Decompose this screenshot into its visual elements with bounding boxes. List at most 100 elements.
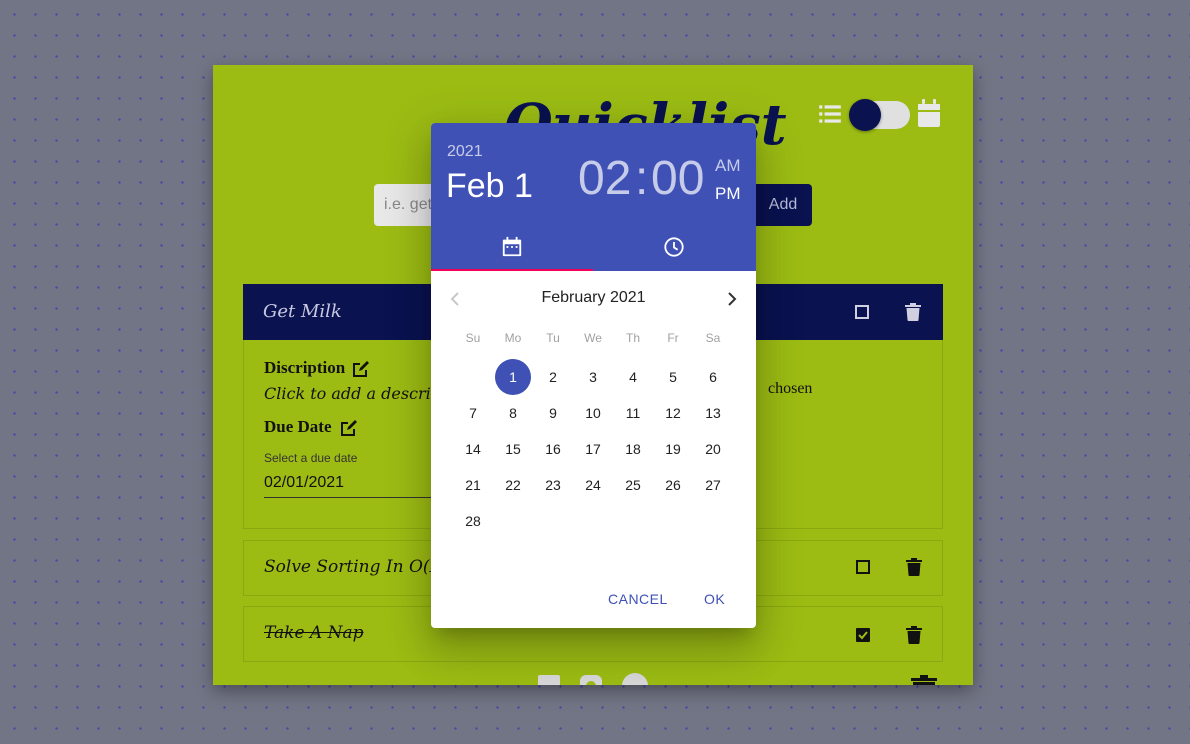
picker-month-label: February 2021 bbox=[541, 289, 646, 306]
tab-indicator bbox=[431, 269, 593, 271]
task-name: Take A Nap bbox=[264, 623, 364, 643]
picker-time-separator: : bbox=[635, 152, 649, 205]
day-number: 28 bbox=[465, 513, 481, 529]
chevron-right-icon[interactable] bbox=[722, 287, 742, 311]
day-number: 14 bbox=[465, 441, 481, 457]
weekday-label: Mo bbox=[504, 331, 522, 345]
day-cell[interactable]: 8 bbox=[493, 395, 533, 431]
picker-date[interactable]: Feb 1 bbox=[446, 167, 533, 206]
edit-icon[interactable] bbox=[340, 419, 358, 437]
day-cell[interactable]: 5 bbox=[653, 359, 693, 395]
list-view-icon[interactable] bbox=[817, 101, 843, 127]
trash-icon[interactable] bbox=[906, 626, 922, 644]
add-task-button[interactable]: Add bbox=[754, 184, 812, 226]
day-cell[interactable]: 21 bbox=[453, 467, 493, 503]
view-switch-thumb[interactable] bbox=[849, 99, 881, 131]
linkedin-icon[interactable] bbox=[538, 675, 560, 685]
day-cell-selected[interactable]: 1 bbox=[493, 359, 533, 395]
weekday-header: Su Mo Tu We Th Fr Sa bbox=[453, 331, 733, 345]
picker-pm[interactable]: PM bbox=[715, 184, 741, 204]
day-number: 6 bbox=[709, 369, 717, 385]
picker-minute[interactable]: 00 bbox=[651, 151, 704, 207]
instagram-icon[interactable] bbox=[580, 675, 602, 685]
weekday-label: Tu bbox=[546, 331, 560, 345]
day-cell[interactable]: 11 bbox=[613, 395, 653, 431]
ok-button[interactable]: OK bbox=[696, 585, 733, 613]
day-cell[interactable]: 26 bbox=[653, 467, 693, 503]
day-number: 27 bbox=[705, 477, 721, 493]
day-number: 25 bbox=[625, 477, 641, 493]
edit-icon[interactable] bbox=[352, 360, 370, 378]
trash-icon[interactable] bbox=[911, 675, 937, 685]
day-number: 9 bbox=[549, 405, 557, 421]
day-number: 2 bbox=[549, 369, 557, 385]
day-cell[interactable]: 6 bbox=[693, 359, 733, 395]
day-cell[interactable]: 17 bbox=[573, 431, 613, 467]
picker-year[interactable]: 2021 bbox=[447, 143, 483, 161]
due-date-label: Select a due date bbox=[264, 451, 358, 465]
day-number: 19 bbox=[665, 441, 681, 457]
trash-icon[interactable] bbox=[906, 558, 922, 576]
view-toggle bbox=[817, 97, 941, 133]
day-cell[interactable]: 28 bbox=[453, 503, 493, 539]
clock-icon bbox=[664, 237, 684, 257]
day-cell[interactable]: 2 bbox=[533, 359, 573, 395]
day-number: 23 bbox=[545, 477, 561, 493]
picker-am[interactable]: AM bbox=[715, 156, 741, 176]
calendar-days-grid: 1 2 3 4 5 6 7 8 9 10 11 12 13 14 15 16 17 18 19 20 21 22 23 24 2… bbox=[453, 359, 733, 539]
day-number: 24 bbox=[585, 477, 601, 493]
day-number: 16 bbox=[545, 441, 561, 457]
weekday-label: Fr bbox=[667, 331, 679, 345]
day-number: 1 bbox=[495, 359, 531, 395]
picker-hour[interactable]: 02 bbox=[578, 151, 631, 207]
cancel-button[interactable]: CANCEL bbox=[600, 585, 676, 613]
day-number: 10 bbox=[585, 405, 601, 421]
day-cell[interactable]: 23 bbox=[533, 467, 573, 503]
weekday-label: We bbox=[584, 331, 602, 345]
day-number: 18 bbox=[625, 441, 641, 457]
calendar-view-icon[interactable] bbox=[917, 99, 941, 127]
day-cell[interactable]: 4 bbox=[613, 359, 653, 395]
day-cell[interactable]: 18 bbox=[613, 431, 653, 467]
day-number: 5 bbox=[669, 369, 677, 385]
checkbox-icon[interactable] bbox=[856, 560, 870, 574]
due-date-field[interactable]: 02/01/2021 bbox=[264, 474, 444, 498]
checked-checkbox-icon[interactable] bbox=[856, 628, 870, 642]
day-cell[interactable]: 13 bbox=[693, 395, 733, 431]
calendar-icon bbox=[502, 236, 522, 257]
day-cell[interactable]: 27 bbox=[693, 467, 733, 503]
day-cell[interactable]: 25 bbox=[613, 467, 653, 503]
view-switch[interactable] bbox=[849, 99, 910, 131]
tab-time[interactable] bbox=[593, 223, 755, 271]
checkbox-icon[interactable] bbox=[855, 305, 869, 319]
day-number: 3 bbox=[589, 369, 597, 385]
day-cell[interactable]: 10 bbox=[573, 395, 613, 431]
day-number: 13 bbox=[705, 405, 721, 421]
weekday-label: Su bbox=[465, 331, 481, 345]
day-cell[interactable]: 14 bbox=[453, 431, 493, 467]
trash-icon[interactable] bbox=[905, 303, 921, 321]
date-time-picker-dialog: 2021 Feb 1 02 : 00 AM PM February 2021 S… bbox=[431, 123, 756, 628]
day-number: 4 bbox=[629, 369, 637, 385]
day-cell[interactable]: 7 bbox=[453, 395, 493, 431]
day-cell[interactable]: 20 bbox=[693, 431, 733, 467]
day-cell[interactable]: 3 bbox=[573, 359, 613, 395]
task-name: Solve Sorting In O(N) bbox=[264, 557, 452, 577]
github-icon[interactable] bbox=[622, 673, 648, 685]
footer-social-icons bbox=[538, 673, 658, 685]
day-cell[interactable]: 9 bbox=[533, 395, 573, 431]
day-number: 11 bbox=[625, 405, 641, 421]
day-cell[interactable]: 12 bbox=[653, 395, 693, 431]
day-cell[interactable]: 15 bbox=[493, 431, 533, 467]
day-cell[interactable]: 22 bbox=[493, 467, 533, 503]
day-number: 15 bbox=[505, 441, 521, 457]
day-number: 17 bbox=[585, 441, 601, 457]
due-date-heading: Due Date bbox=[264, 417, 332, 436]
day-cell[interactable]: 24 bbox=[573, 467, 613, 503]
day-cell[interactable]: 16 bbox=[533, 431, 573, 467]
day-cell[interactable]: 19 bbox=[653, 431, 693, 467]
weekday-label: Sa bbox=[705, 331, 721, 345]
day-number: 8 bbox=[509, 405, 517, 421]
tab-date[interactable] bbox=[431, 223, 593, 271]
picker-toolbar: 2021 Feb 1 02 : 00 AM PM bbox=[431, 123, 756, 271]
